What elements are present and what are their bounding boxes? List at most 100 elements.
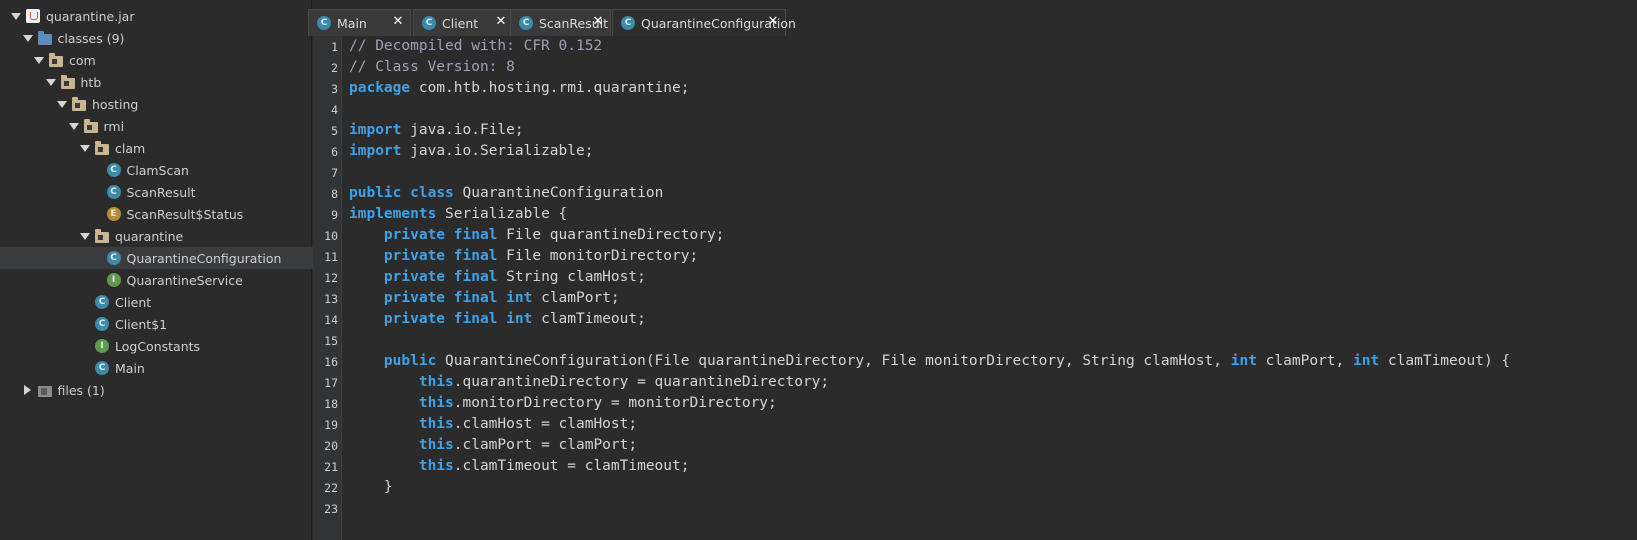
code-line[interactable]: }	[349, 479, 393, 495]
code-token: Serializable {	[445, 206, 568, 222]
code-line[interactable]: // Decompiled with: CFR 0.152	[349, 38, 602, 54]
enum-icon: E	[106, 207, 121, 221]
code-token: String clamHost;	[506, 269, 646, 285]
keyword-token: package	[349, 80, 411, 96]
expand-arrow-icon[interactable]	[45, 76, 57, 88]
class-icon: C	[106, 185, 121, 199]
keyword-token: private	[383, 227, 446, 243]
code-token: File monitorDirectory;	[506, 248, 699, 264]
tree-item[interactable]: quarantine.jar	[0, 5, 321, 27]
code-token: .monitorDirectory = monitorDirectory;	[453, 395, 777, 411]
project-tree-panel: quarantine.jar classes (9) com htb hosting rm…	[0, 0, 402, 540]
code-line[interactable]: private final int clamPort;	[349, 290, 620, 306]
code-token: .clamHost = clamHost;	[453, 416, 638, 432]
line-number: 6	[331, 145, 338, 159]
interface-icon: I	[95, 339, 109, 353]
expand-arrow-icon[interactable]	[68, 120, 80, 132]
line-number: 5	[331, 124, 338, 138]
tree-item-label: htb	[80, 74, 102, 90]
code-line[interactable]: private final int clamTimeout;	[349, 311, 646, 327]
close-icon[interactable]: ✕	[591, 15, 605, 29]
tree-item-label: clam	[115, 140, 146, 156]
tab-label: Main	[337, 15, 367, 31]
code-line[interactable]: this.clamTimeout = clamTimeout;	[349, 458, 690, 474]
code-line[interactable]: // Class Version: 8	[349, 59, 515, 75]
line-number: 21	[324, 460, 338, 474]
tree-item-label: LogConstants	[115, 338, 201, 354]
tree-item[interactable]: classes (9)	[0, 27, 333, 49]
class-icon: C	[95, 361, 109, 375]
code-line[interactable]: private final File monitorDirectory;	[349, 248, 698, 264]
code-editor[interactable]: 1 2 3 4 5 6 7 8 9 10 11 12 13 14 15 16 17 18 19 20 21 22 23 //…	[313, 36, 1637, 540]
expand-arrow-icon[interactable]	[79, 142, 91, 154]
code-token: }	[349, 479, 393, 495]
collapse-arrow-icon[interactable]	[22, 384, 34, 396]
class-icon: C	[422, 16, 436, 30]
package-icon	[95, 140, 109, 155]
close-icon[interactable]: ✕	[766, 15, 780, 29]
line-number: 9	[331, 208, 338, 222]
close-icon[interactable]: ✕	[494, 15, 508, 29]
keyword-token: final	[453, 290, 498, 306]
code-line[interactable]: public QuarantineConfiguration(File quar…	[349, 353, 1510, 369]
tree-item[interactable]: files (1)	[0, 379, 333, 401]
tree-item-label: ScanResult$Status	[126, 206, 244, 222]
editor-tab-bar: C Main ✕ C Client ✕ C ScanResult ✕ C QuarantineCon…	[308, 0, 1637, 36]
comment-token: // Class Version: 8	[349, 59, 515, 75]
tab-label: Client	[442, 15, 479, 31]
code-line[interactable]: private final File quarantineDirectory;	[349, 227, 724, 243]
expand-arrow-icon[interactable]	[22, 32, 34, 44]
editor-tab[interactable]: C Main ✕	[308, 9, 411, 36]
editor-tab[interactable]: C QuarantineConfiguration ✕	[612, 9, 796, 36]
code-line[interactable]: this.quarantineDirectory = quarantineDir…	[349, 374, 829, 390]
expand-arrow-icon[interactable]	[33, 54, 45, 66]
code-token: QuarantineConfiguration(File quarantineD…	[445, 353, 1222, 369]
keyword-token: private	[383, 269, 446, 285]
keyword-token: int	[1352, 353, 1380, 369]
expand-arrow-icon[interactable]	[10, 10, 22, 22]
keyword-token: class	[410, 185, 454, 201]
keyword-token: private	[383, 311, 446, 327]
keyword-token: this	[418, 437, 454, 453]
code-token: QuarantineConfiguration	[462, 185, 664, 201]
code-line[interactable]: import java.io.Serializable;	[349, 143, 593, 159]
code-line[interactable]: implements Serializable {	[349, 206, 567, 222]
tree-item[interactable]: com	[0, 49, 344, 71]
code-line[interactable]: this.clamPort = clamPort;	[349, 437, 637, 453]
code-token: .clamPort = clamPort;	[453, 437, 638, 453]
expand-arrow-icon[interactable]	[56, 98, 68, 110]
tree-item[interactable]: htb	[0, 71, 356, 93]
tree-item-label: classes (9)	[57, 30, 125, 46]
code-line[interactable]: private final String clamHost;	[349, 269, 646, 285]
tree-item[interactable]: hosting	[0, 93, 367, 115]
line-number: 14	[324, 313, 338, 327]
keyword-token: final	[453, 269, 498, 285]
tree-item-label: quarantine	[115, 228, 184, 244]
tree-item-label: Client$1	[115, 316, 168, 332]
code-token: .clamTimeout = clamTimeout;	[453, 458, 690, 474]
code-line[interactable]: this.monitorDirectory = monitorDirectory…	[349, 395, 777, 411]
close-icon[interactable]: ✕	[391, 15, 405, 29]
line-number: 12	[324, 271, 338, 285]
line-number: 11	[324, 250, 338, 264]
keyword-token: int	[506, 290, 533, 306]
keyword-token: public	[383, 353, 437, 369]
code-line[interactable]: import java.io.File;	[349, 122, 524, 138]
line-number: 2	[331, 61, 338, 75]
code-line[interactable]: public class QuarantineConfiguration	[349, 185, 663, 201]
code-line[interactable]: package com.htb.hosting.rmi.quarantine;	[349, 80, 689, 96]
line-number: 19	[324, 418, 338, 432]
tree-item-label: com	[69, 52, 96, 68]
keyword-token: import	[349, 143, 402, 159]
code-line[interactable]: this.clamHost = clamHost;	[349, 416, 637, 432]
keyword-token: implements	[349, 206, 437, 222]
expand-arrow-icon[interactable]	[79, 230, 91, 242]
editor-tab[interactable]: C Client ✕	[413, 9, 514, 36]
line-number: 1	[331, 40, 338, 54]
line-number: 13	[324, 292, 338, 306]
editor-tab[interactable]: C ScanResult ✕	[510, 9, 611, 36]
code-token: File quarantineDirectory;	[506, 227, 725, 243]
